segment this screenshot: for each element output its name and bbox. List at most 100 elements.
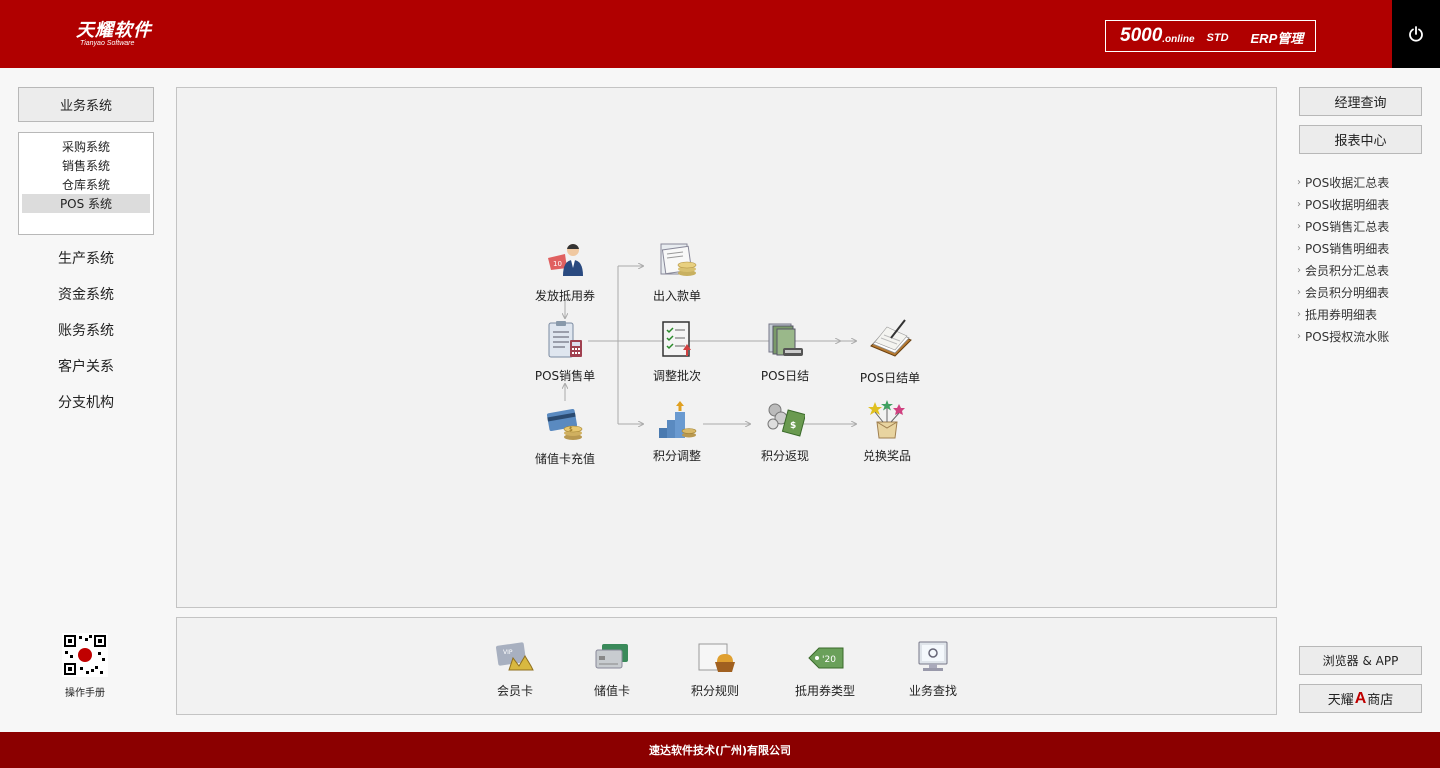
nav-accounting[interactable]: 账务系统 bbox=[18, 320, 154, 340]
submenu-item-purchase[interactable]: 采购系统 bbox=[22, 137, 150, 156]
submenu-item-sales[interactable]: 销售系统 bbox=[22, 156, 150, 175]
flow-adjust-batch-label: 调整批次 bbox=[652, 369, 701, 383]
business-submenu: 采购系统 销售系统 仓库系统 POS 系统 bbox=[18, 132, 154, 235]
report-link-label: POS销售汇总表 bbox=[1305, 219, 1390, 234]
report-link-label: POS授权流水账 bbox=[1305, 329, 1390, 344]
flow-cash-in-out[interactable]: 出入款单 bbox=[632, 240, 722, 304]
member-card-icon: VIP bbox=[496, 642, 534, 671]
svg-text:VIP: VIP bbox=[503, 649, 513, 656]
flow-pos-sales-label: POS销售单 bbox=[534, 369, 596, 383]
flow-card-recharge[interactable]: $ 储值卡充值 bbox=[520, 403, 610, 467]
cash-slip-icon bbox=[660, 243, 697, 276]
points-rules-label: 积分规则 bbox=[690, 684, 739, 698]
power-button[interactable] bbox=[1392, 0, 1440, 68]
flow-pos-daily-report[interactable]: POS日结单 bbox=[845, 316, 935, 386]
svg-text:$: $ bbox=[569, 426, 573, 433]
report-link[interactable]: › POS销售汇总表 bbox=[1297, 215, 1437, 237]
logo-english: Tianyao Software bbox=[80, 40, 135, 47]
qr-code-icon bbox=[62, 633, 108, 677]
flow-points-adjust[interactable]: 积分调整 bbox=[632, 400, 722, 464]
flow-redeem-prize[interactable]: 兑换奖品 bbox=[842, 400, 932, 464]
flow-pos-sales[interactable]: POS销售单 bbox=[520, 320, 610, 384]
edition-badge: 5000 .online STD ERP管理 bbox=[1105, 20, 1316, 52]
app-store-button[interactable]: 天耀 A 商店 bbox=[1299, 684, 1422, 713]
stored-value-card-label: 储值卡 bbox=[593, 684, 630, 698]
store-logo-letter: A bbox=[1354, 689, 1367, 707]
report-center-button[interactable]: 报表中心 bbox=[1299, 125, 1422, 154]
flow-points-cashback-label: 积分返现 bbox=[760, 449, 809, 463]
manager-query-button[interactable]: 经理查询 bbox=[1299, 87, 1422, 116]
report-link-label: POS收据明细表 bbox=[1305, 197, 1390, 212]
report-link-label: POS收据汇总表 bbox=[1305, 175, 1390, 190]
stored-value-card-link[interactable]: 储值卡 bbox=[562, 640, 662, 699]
browser-app-button[interactable]: 浏览器 & APP bbox=[1299, 646, 1422, 675]
member-card-label: 会员卡 bbox=[496, 684, 533, 698]
chevron-right-icon: › bbox=[1297, 220, 1301, 232]
business-search-label: 业务查找 bbox=[908, 684, 957, 698]
store-suffix: 商店 bbox=[1367, 693, 1394, 708]
svg-text:$: $ bbox=[790, 421, 796, 431]
power-icon bbox=[1409, 26, 1423, 42]
nav-production[interactable]: 生产系统 bbox=[18, 248, 154, 268]
report-link[interactable]: › POS收据汇总表 bbox=[1297, 171, 1437, 193]
chevron-right-icon: › bbox=[1297, 198, 1301, 210]
footer-bar: 速达软件技术(广州)有限公司 bbox=[0, 732, 1440, 768]
checklist-icon bbox=[662, 321, 691, 357]
flow-cash-in-out-label: 出入款单 bbox=[652, 289, 701, 303]
flow-card-recharge-label: 储值卡充值 bbox=[534, 452, 595, 466]
top-header: 天耀软件 Tianyao Software 5000 .online STD E… bbox=[0, 0, 1440, 68]
card-recharge-icon: $ bbox=[546, 409, 583, 440]
store-prefix: 天耀 bbox=[1327, 693, 1354, 708]
flow-redeem-prize-label: 兑换奖品 bbox=[862, 449, 911, 463]
svg-text:'20: '20 bbox=[822, 655, 836, 665]
prize-box-icon bbox=[868, 400, 905, 439]
svg-text:10: 10 bbox=[553, 260, 562, 268]
points-stairs-icon bbox=[659, 401, 697, 438]
edition-erp: ERP管理 bbox=[1250, 30, 1304, 46]
flow-adjust-batch[interactable]: 调整批次 bbox=[632, 320, 722, 384]
chevron-right-icon: › bbox=[1297, 286, 1301, 298]
submenu-item-warehouse[interactable]: 仓库系统 bbox=[22, 175, 150, 194]
stored-value-card-icon bbox=[595, 644, 628, 669]
flow-pos-daily-close-label: POS日结 bbox=[760, 369, 810, 383]
flow-issue-voucher[interactable]: 10 发放抵用券 bbox=[520, 240, 610, 304]
voucher-type-label: 抵用券类型 bbox=[794, 684, 855, 698]
voucher-type-link[interactable]: '20 抵用券类型 bbox=[775, 640, 875, 699]
voucher-tag-icon: '20 bbox=[808, 647, 844, 669]
report-link[interactable]: › 会员积分明细表 bbox=[1297, 281, 1437, 303]
business-search-link[interactable]: 业务查找 bbox=[883, 640, 983, 699]
submenu-item-pos[interactable]: POS 系统 bbox=[22, 194, 150, 213]
report-link[interactable]: › POS销售明细表 bbox=[1297, 237, 1437, 259]
flow-points-adjust-label: 积分调整 bbox=[652, 449, 701, 463]
search-computer-icon bbox=[918, 641, 948, 671]
report-link[interactable]: › 抵用券明细表 bbox=[1297, 303, 1437, 325]
report-link[interactable]: › 会员积分汇总表 bbox=[1297, 259, 1437, 281]
flow-pos-daily-close[interactable]: POS日结 bbox=[740, 320, 830, 384]
report-link-label: 会员积分汇总表 bbox=[1305, 263, 1390, 278]
nav-branches[interactable]: 分支机构 bbox=[18, 392, 154, 412]
edition-std: STD bbox=[1206, 31, 1229, 44]
report-link-label: POS销售明细表 bbox=[1305, 241, 1390, 256]
nav-finance[interactable]: 资金系统 bbox=[18, 284, 154, 304]
chevron-right-icon: › bbox=[1297, 264, 1301, 276]
sales-clipboard-icon bbox=[548, 321, 582, 358]
file-folder-icon bbox=[768, 323, 803, 356]
flow-pos-daily-report-label: POS日结单 bbox=[859, 371, 921, 385]
points-cashback-icon: $ bbox=[767, 403, 807, 437]
voucher-person-icon: 10 bbox=[548, 243, 583, 276]
chevron-right-icon: › bbox=[1297, 242, 1301, 254]
chevron-right-icon: › bbox=[1297, 330, 1301, 342]
report-list: › POS收据汇总表 › POS收据明细表 › POS销售汇总表 › POS销售明细表 … bbox=[1297, 171, 1437, 347]
points-rules-icon bbox=[698, 643, 735, 672]
business-system-button[interactable]: 业务系统 bbox=[18, 87, 154, 122]
logo-chinese: 天耀软件 bbox=[76, 20, 152, 40]
brand-logo: 天耀软件 Tianyao Software bbox=[76, 20, 152, 47]
report-link[interactable]: › POS收据明细表 bbox=[1297, 193, 1437, 215]
points-rules-link[interactable]: 积分规则 bbox=[665, 640, 765, 699]
flow-points-cashback[interactable]: $ 积分返现 bbox=[740, 400, 830, 464]
member-card-link[interactable]: VIP 会员卡 bbox=[465, 640, 565, 699]
nav-customer-relations[interactable]: 客户关系 bbox=[18, 356, 154, 376]
report-link[interactable]: › POS授权流水账 bbox=[1297, 325, 1437, 347]
manual-qr-code[interactable] bbox=[62, 633, 108, 681]
chevron-right-icon: › bbox=[1297, 308, 1301, 320]
